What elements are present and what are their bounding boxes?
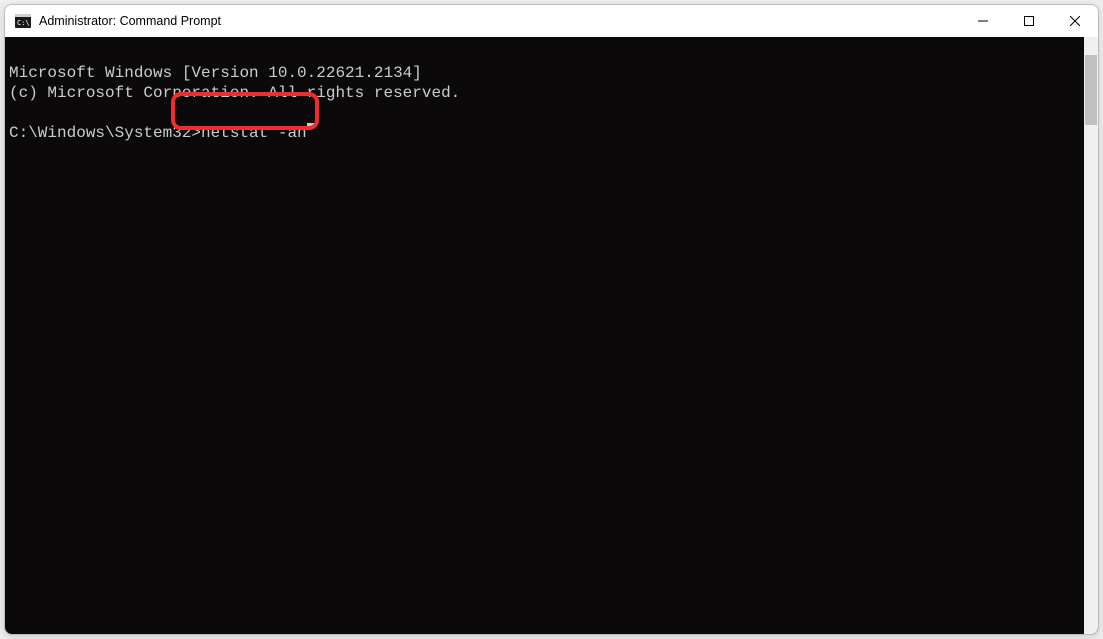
scrollbar-track[interactable] bbox=[1084, 37, 1098, 634]
close-button[interactable] bbox=[1052, 5, 1098, 37]
banner-line-2: (c) Microsoft Corporation. All rights re… bbox=[9, 84, 460, 102]
maximize-button[interactable] bbox=[1006, 5, 1052, 37]
terminal-content: Microsoft Windows [Version 10.0.22621.21… bbox=[5, 37, 1098, 143]
prompt-line: C:\Windows\System32>netstat -an bbox=[9, 123, 1094, 143]
banner-line-1: Microsoft Windows [Version 10.0.22621.21… bbox=[9, 64, 422, 82]
minimize-button[interactable] bbox=[960, 5, 1006, 37]
command-prompt-window: C:\ Administrator: Command Prompt Micros… bbox=[4, 4, 1099, 635]
typed-command[interactable]: netstat -an bbox=[201, 123, 307, 143]
cursor-block bbox=[307, 123, 316, 126]
cmd-icon: C:\ bbox=[15, 13, 31, 29]
prompt-path: C:\Windows\System32> bbox=[9, 123, 201, 143]
scrollbar-thumb[interactable] bbox=[1085, 55, 1097, 125]
window-title: Administrator: Command Prompt bbox=[39, 14, 221, 28]
svg-text:C:\: C:\ bbox=[17, 19, 30, 27]
window-controls bbox=[960, 5, 1098, 37]
terminal-area[interactable]: Microsoft Windows [Version 10.0.22621.21… bbox=[5, 37, 1098, 634]
titlebar[interactable]: C:\ Administrator: Command Prompt bbox=[5, 5, 1098, 37]
